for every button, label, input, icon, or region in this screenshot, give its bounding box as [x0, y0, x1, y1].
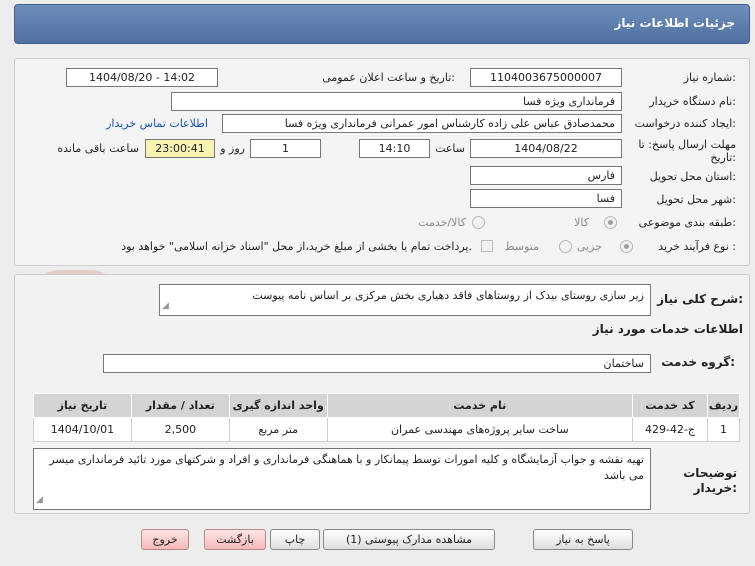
- purchase-minor-radio[interactable]: [620, 240, 633, 253]
- reply-button[interactable]: پاسخ به نیاز: [533, 529, 633, 550]
- cell-quantity: 2,500: [130, 417, 230, 442]
- remaining-time-field: 23:00:41: [145, 139, 215, 158]
- need-summary-label: شرح کلی نیاز:: [657, 292, 743, 306]
- resize-grip-icon[interactable]: ◢: [162, 298, 169, 314]
- back-button[interactable]: بازگشت: [204, 529, 266, 550]
- buyer-notes-label: توضیحات: [683, 466, 737, 480]
- need-summary-textarea[interactable]: زیر سازی روستای بیدک از روستاهای فاقد ده…: [159, 284, 651, 316]
- services-section-title: اطلاعات خدمات مورد نیاز: [592, 322, 743, 336]
- exit-button[interactable]: خروج: [141, 529, 189, 550]
- cell-row-number: 1: [706, 417, 741, 442]
- remaining-time-label: ساعت باقی مانده: [57, 142, 139, 155]
- resize-grip-icon[interactable]: ◢: [36, 492, 43, 508]
- cell-need-date: 1404/10/01: [33, 417, 132, 442]
- city-label: شهر محل تحویل:: [656, 193, 736, 206]
- buyer-org-label: نام دستگاه خریدار:: [649, 95, 736, 108]
- page-title: جزئیات اطلاعات نیاز: [614, 16, 735, 30]
- category-goods-label: کالا: [574, 216, 589, 229]
- need-number-field: 1104003675000007: [470, 68, 622, 87]
- treasury-payment-checkbox[interactable]: [481, 240, 493, 252]
- buyer-org-field: فرمانداری ویژه فسا: [171, 92, 622, 111]
- col-need-date: تاریخ نیاز: [33, 393, 132, 418]
- buyer-notes-textarea[interactable]: تهیه نقشه و جواب آزمایشگاه و کلیه امورات…: [33, 448, 651, 510]
- service-group-label: گروه خدمت:: [661, 355, 735, 369]
- col-quantity: تعداد / مقدار: [130, 393, 230, 418]
- need-summary-text: زیر سازی روستای بیدک از روستاهای فاقد ده…: [252, 289, 644, 302]
- purchase-type-label: نوع فرآیند خرید :: [658, 240, 736, 253]
- col-service-code: کد خدمت: [632, 393, 708, 418]
- table-header-row: تاریخ نیاز تعداد / مقدار واحد اندازه گیر…: [33, 393, 741, 418]
- deadline-label: مهلت ارسال پاسخ: تا: [638, 138, 736, 151]
- category-label: طبقه بندی موضوعی:: [638, 216, 736, 229]
- table-row: 1404/10/01 2,500 متر مربع ساخت سایر پروژ…: [33, 417, 741, 442]
- view-attachments-button[interactable]: مشاهده مدارک پیوستی (1): [323, 529, 495, 550]
- province-field: فارس: [470, 166, 622, 185]
- title-bar: جزئیات اطلاعات نیاز: [14, 4, 750, 44]
- city-field: فسا: [470, 189, 622, 208]
- days-label: روز و: [220, 142, 245, 155]
- buyer-notes-text: تهیه نقشه و جواب آزمایشگاه و کلیه امورات…: [49, 453, 644, 482]
- col-unit: واحد اندازه گیری: [228, 393, 328, 418]
- province-label: استان محل تحویل:: [649, 170, 736, 183]
- deadline-date-field: 1404/08/22: [470, 139, 622, 158]
- days-remaining-field: 1: [250, 139, 321, 158]
- category-goods-service-radio[interactable]: [472, 216, 485, 229]
- treasury-payment-note: پرداخت تمام یا بخشی از مبلغ خرید،از محل …: [121, 240, 472, 253]
- buyer-contact-link[interactable]: اطلاعات تماس خریدار: [106, 117, 208, 130]
- announce-date-label: تاریخ و ساعت اعلان عمومی:: [322, 71, 455, 84]
- category-goods-service-label: کالا/خدمت: [418, 216, 466, 229]
- deadline-date-label: تاریخ:: [710, 151, 736, 164]
- cell-service-name: ساخت سایر پروژه‌های مهندسی عمران: [326, 417, 634, 442]
- announce-date-field: 1404/08/20 - 14:02: [66, 68, 218, 87]
- purchase-medium-label: متوسط: [504, 240, 539, 253]
- cell-unit: متر مربع: [228, 417, 328, 442]
- col-row-number: ردیف: [706, 393, 741, 418]
- category-goods-radio[interactable]: [604, 216, 617, 229]
- buyer-notes-label-2: خریدار:: [693, 481, 737, 495]
- purchase-medium-radio[interactable]: [559, 240, 572, 253]
- deadline-time-label: ساعت: [435, 142, 465, 155]
- purchase-minor-label: جزیی: [576, 240, 602, 253]
- cell-service-code: ج-42-429: [632, 417, 708, 442]
- print-button[interactable]: چاپ: [270, 529, 320, 550]
- requester-label: ایجاد کننده درخواست:: [634, 117, 736, 130]
- col-service-name: نام خدمت: [326, 393, 634, 418]
- need-number-label: شماره نیاز:: [683, 71, 736, 84]
- service-group-field: ساختمان: [103, 354, 651, 373]
- deadline-time-field: 14:10: [359, 139, 430, 158]
- services-table: تاریخ نیاز تعداد / مقدار واحد اندازه گیر…: [33, 393, 741, 442]
- info-panel: [14, 58, 750, 266]
- requester-field: محمدصادق عباس علی زاده کارشناس امور عمرا…: [222, 114, 622, 133]
